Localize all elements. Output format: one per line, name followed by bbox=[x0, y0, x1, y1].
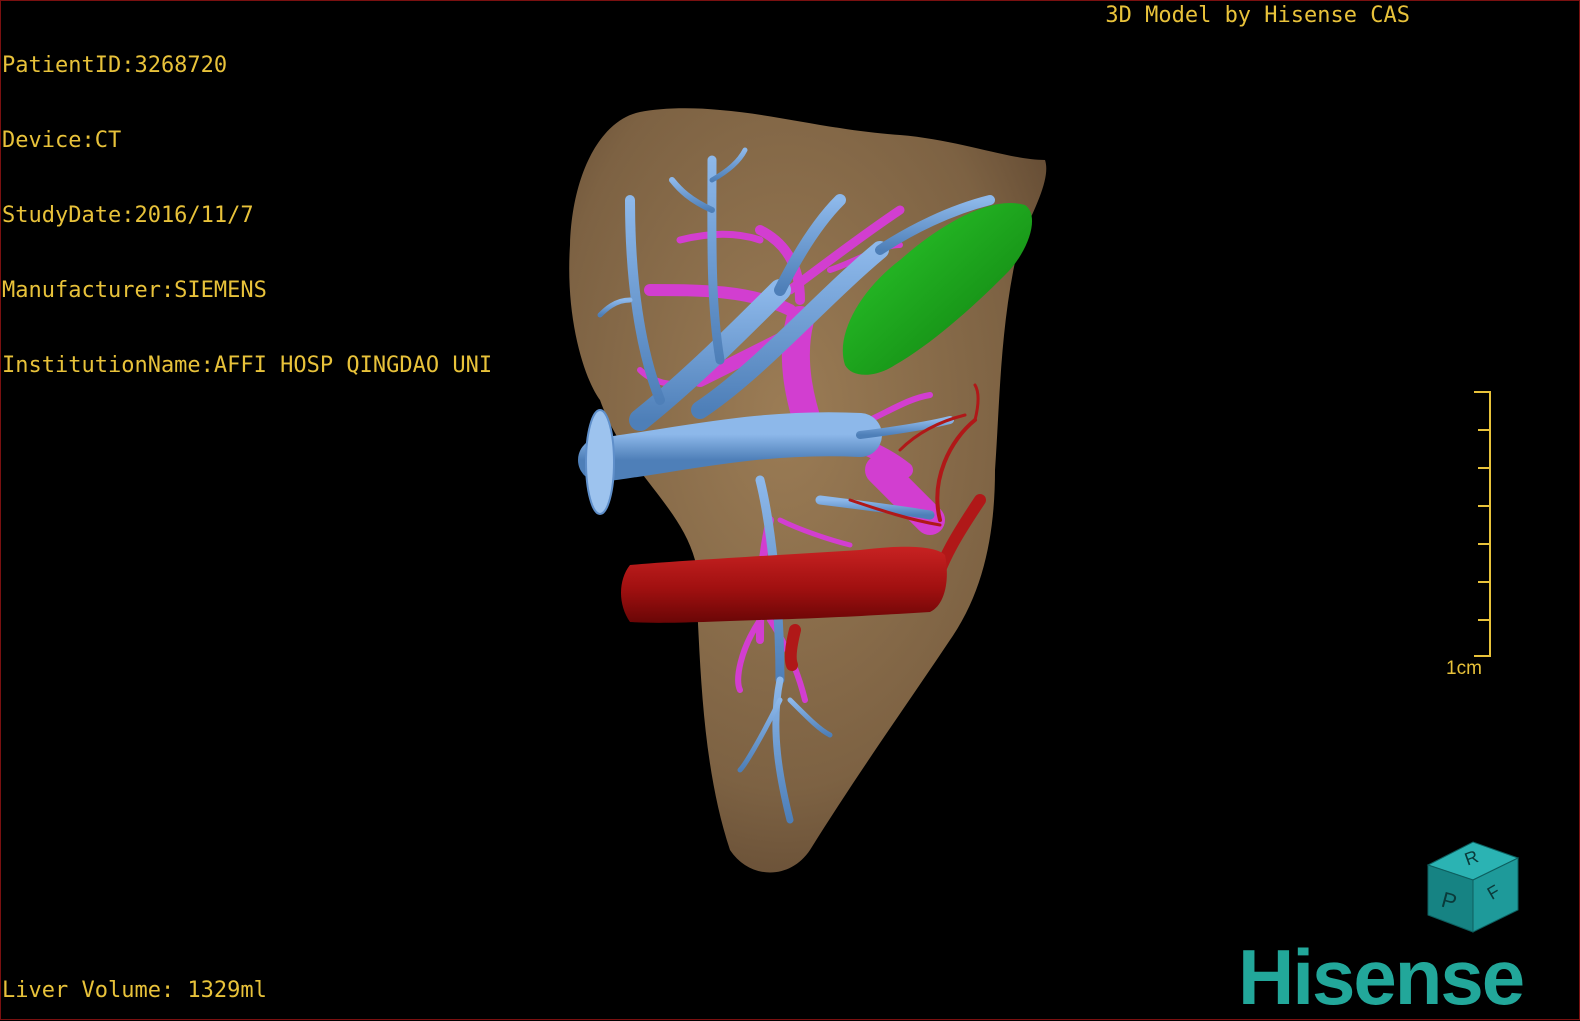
manufacturer-label: Manufacturer:SIEMENS bbox=[2, 278, 267, 303]
model-watermark: 3D Model by Hisense CAS bbox=[1105, 3, 1410, 28]
study-date-label: StudyDate:2016/11/7 bbox=[2, 203, 254, 228]
device-label: Device:CT bbox=[2, 128, 122, 153]
orientation-cube[interactable]: R P F bbox=[1418, 840, 1528, 940]
patient-id-label: PatientID:3268720 bbox=[2, 53, 228, 78]
liver-volume-label: Liver Volume: 1329ml bbox=[2, 978, 267, 1003]
ivc-opening bbox=[585, 409, 615, 515]
hisense-logo: Hisense bbox=[1238, 933, 1525, 1021]
institution-label: InstitutionName:AFFI HOSP QINGDAO UNI bbox=[2, 353, 493, 378]
scale-bar-label: 1cm bbox=[1446, 658, 1482, 679]
scale-bar bbox=[1474, 391, 1491, 657]
inferior-vena-cava-model bbox=[621, 546, 947, 623]
dicom-info-panel: PatientID:3268720 Device:CT StudyDate:20… bbox=[2, 3, 492, 403]
